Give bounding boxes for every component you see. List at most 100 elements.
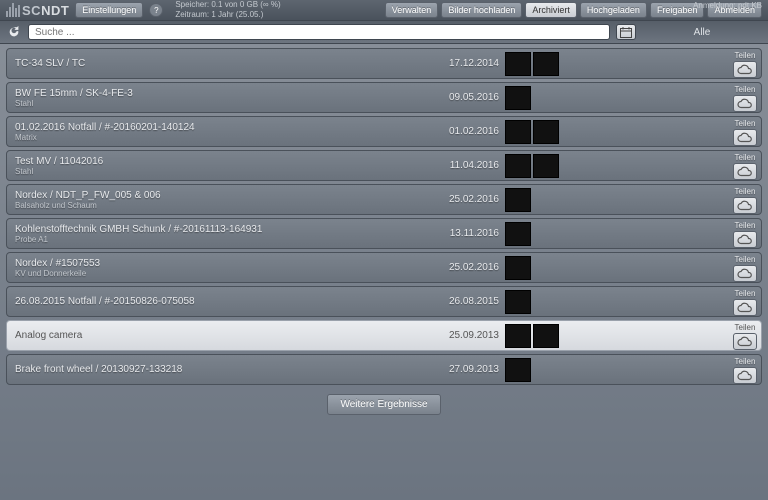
thumbnail[interactable] (533, 52, 559, 76)
row-text: 26.08.2015 Notfall / #-20150826-075058 (15, 296, 435, 307)
filter-all[interactable]: Alle (642, 27, 762, 38)
row-text: TC-34 SLV / TC (15, 58, 435, 69)
share-button[interactable] (733, 299, 757, 316)
share-label: Teilen (735, 187, 756, 196)
row-text: Analog camera (15, 330, 435, 341)
row-date: 25.02.2016 (435, 194, 505, 205)
row-text: Kohlenstofftechnik GMBH Schunk / #-20161… (15, 224, 435, 244)
cloud-icon (737, 302, 753, 313)
row-title: Brake front wheel / 20130927-133218 (15, 364, 435, 375)
help-button[interactable]: ? (149, 3, 163, 17)
share-label: Teilen (735, 289, 756, 298)
nav-verwalten[interactable]: Verwalten (385, 2, 439, 18)
thumbnails (505, 120, 559, 144)
login-info: Anmeldung: ndt KB (693, 1, 762, 10)
thumbnail[interactable] (505, 290, 531, 314)
row-text: Nordex / #1507553KV und Donnerkeile (15, 258, 435, 278)
table-row[interactable]: Nordex / NDT_P_FW_005 & 006Balsaholz und… (6, 184, 762, 215)
table-row[interactable]: Test MV / 11042016Stahl11.04.2016 Teilen (6, 150, 762, 181)
row-subtitle: Stahl (15, 99, 435, 108)
thumbnail[interactable] (533, 154, 559, 178)
row-title: 01.02.2016 Notfall / #-20160201-140124 (15, 122, 435, 133)
calendar-button[interactable] (616, 24, 636, 40)
table-row[interactable]: BW FE 15mm / SK-4-FE-3Stahl09.05.2016Tei… (6, 82, 762, 113)
table-row[interactable]: 01.02.2016 Notfall / #-20160201-140124Ma… (6, 116, 762, 147)
thumbnail[interactable] (505, 358, 531, 382)
row-text: Brake front wheel / 20130927-133218 (15, 364, 435, 375)
logo-sc: SC (22, 3, 41, 18)
storage-line1: Speicher: 0.1 von 0 GB (∞ %) (175, 0, 280, 10)
cloud-icon (737, 200, 753, 211)
cloud-icon (737, 166, 753, 177)
row-title: Kohlenstofftechnik GMBH Schunk / #-20161… (15, 224, 435, 235)
table-row[interactable]: Kohlenstofftechnik GMBH Schunk / #-20161… (6, 218, 762, 249)
cloud-icon (737, 64, 753, 75)
searchbar: Alle (0, 20, 768, 44)
cloud-icon (737, 98, 753, 109)
thumbnail[interactable] (505, 188, 531, 212)
row-date: 17.12.2014 (435, 58, 505, 69)
more-results-button[interactable]: Weitere Ergebnisse (327, 394, 440, 415)
search-input[interactable] (28, 24, 610, 40)
thumbnails (505, 188, 531, 212)
storage-line2: Zeitraum: 1 Jahr (25.05.) (175, 10, 280, 20)
thumbnail[interactable] (505, 52, 531, 76)
thumbnail[interactable] (505, 120, 531, 144)
row-subtitle: Stahl (15, 167, 435, 176)
row-date: 11.04.2016 (435, 160, 505, 171)
thumbnail[interactable] (505, 324, 531, 348)
row-title: TC-34 SLV / TC (15, 58, 435, 69)
thumbnail[interactable] (505, 154, 531, 178)
row-date: 13.11.2016 (435, 228, 505, 239)
share-button[interactable] (733, 129, 757, 146)
row-title: Nordex / #1507553 (15, 258, 435, 269)
calendar-icon (620, 27, 632, 38)
thumbnails (505, 290, 531, 314)
thumbnail[interactable] (505, 86, 531, 110)
share-label: Teilen (735, 85, 756, 94)
thumbnails (505, 154, 559, 178)
row-title: Test MV / 11042016 (15, 156, 435, 167)
refresh-button[interactable] (6, 24, 22, 40)
row-subtitle: KV und Donnerkeile (15, 269, 435, 278)
share-group: Teilen (733, 357, 757, 384)
nav-archiviert[interactable]: Archiviert (525, 2, 577, 18)
row-date: 27.09.2013 (435, 364, 505, 375)
nav-bilder-hochladen[interactable]: Bilder hochladen (441, 2, 522, 18)
nav-hochgeladen[interactable]: Hochgeladen (580, 2, 647, 18)
table-row[interactable]: Analog camera25.09.2013Teilen (6, 320, 762, 351)
share-label: Teilen (735, 153, 756, 162)
thumbnail[interactable] (533, 120, 559, 144)
share-button[interactable] (733, 61, 757, 78)
thumbnail[interactable] (505, 256, 531, 280)
storage-info: Speicher: 0.1 von 0 GB (∞ %) Zeitraum: 1… (175, 0, 280, 19)
share-button[interactable] (733, 265, 757, 282)
logo-ndt: NDT (41, 3, 69, 18)
table-row[interactable]: Nordex / #1507553KV und Donnerkeile25.02… (6, 252, 762, 283)
thumbnails (505, 256, 531, 280)
share-label: Teilen (735, 323, 756, 332)
cloud-icon (737, 268, 753, 279)
table-row[interactable]: TC-34 SLV / TC17.12.2014 Teilen (6, 48, 762, 79)
share-button[interactable] (733, 163, 757, 180)
row-subtitle: Matrix (15, 133, 435, 142)
logo-bars-icon (6, 3, 20, 17)
share-button[interactable] (733, 95, 757, 112)
settings-button[interactable]: Einstellungen (75, 2, 143, 18)
table-row[interactable]: 26.08.2015 Notfall / #-20150826-07505826… (6, 286, 762, 317)
share-label: Teilen (735, 221, 756, 230)
refresh-icon (7, 25, 21, 39)
thumbnail[interactable] (533, 324, 559, 348)
table-row[interactable]: Brake front wheel / 20130927-13321827.09… (6, 354, 762, 385)
share-button[interactable] (733, 367, 757, 384)
thumbnails (505, 52, 559, 76)
share-button[interactable] (733, 333, 757, 350)
topbar: SCNDT Einstellungen ? Speicher: 0.1 von … (0, 0, 768, 20)
share-group: Teilen (733, 119, 757, 146)
row-subtitle: Balsaholz und Schaum (15, 201, 435, 210)
thumbnail[interactable] (505, 222, 531, 246)
share-group: Teilen (733, 255, 757, 282)
share-button[interactable] (733, 197, 757, 214)
share-button[interactable] (733, 231, 757, 248)
share-group: Teilen (733, 51, 757, 78)
